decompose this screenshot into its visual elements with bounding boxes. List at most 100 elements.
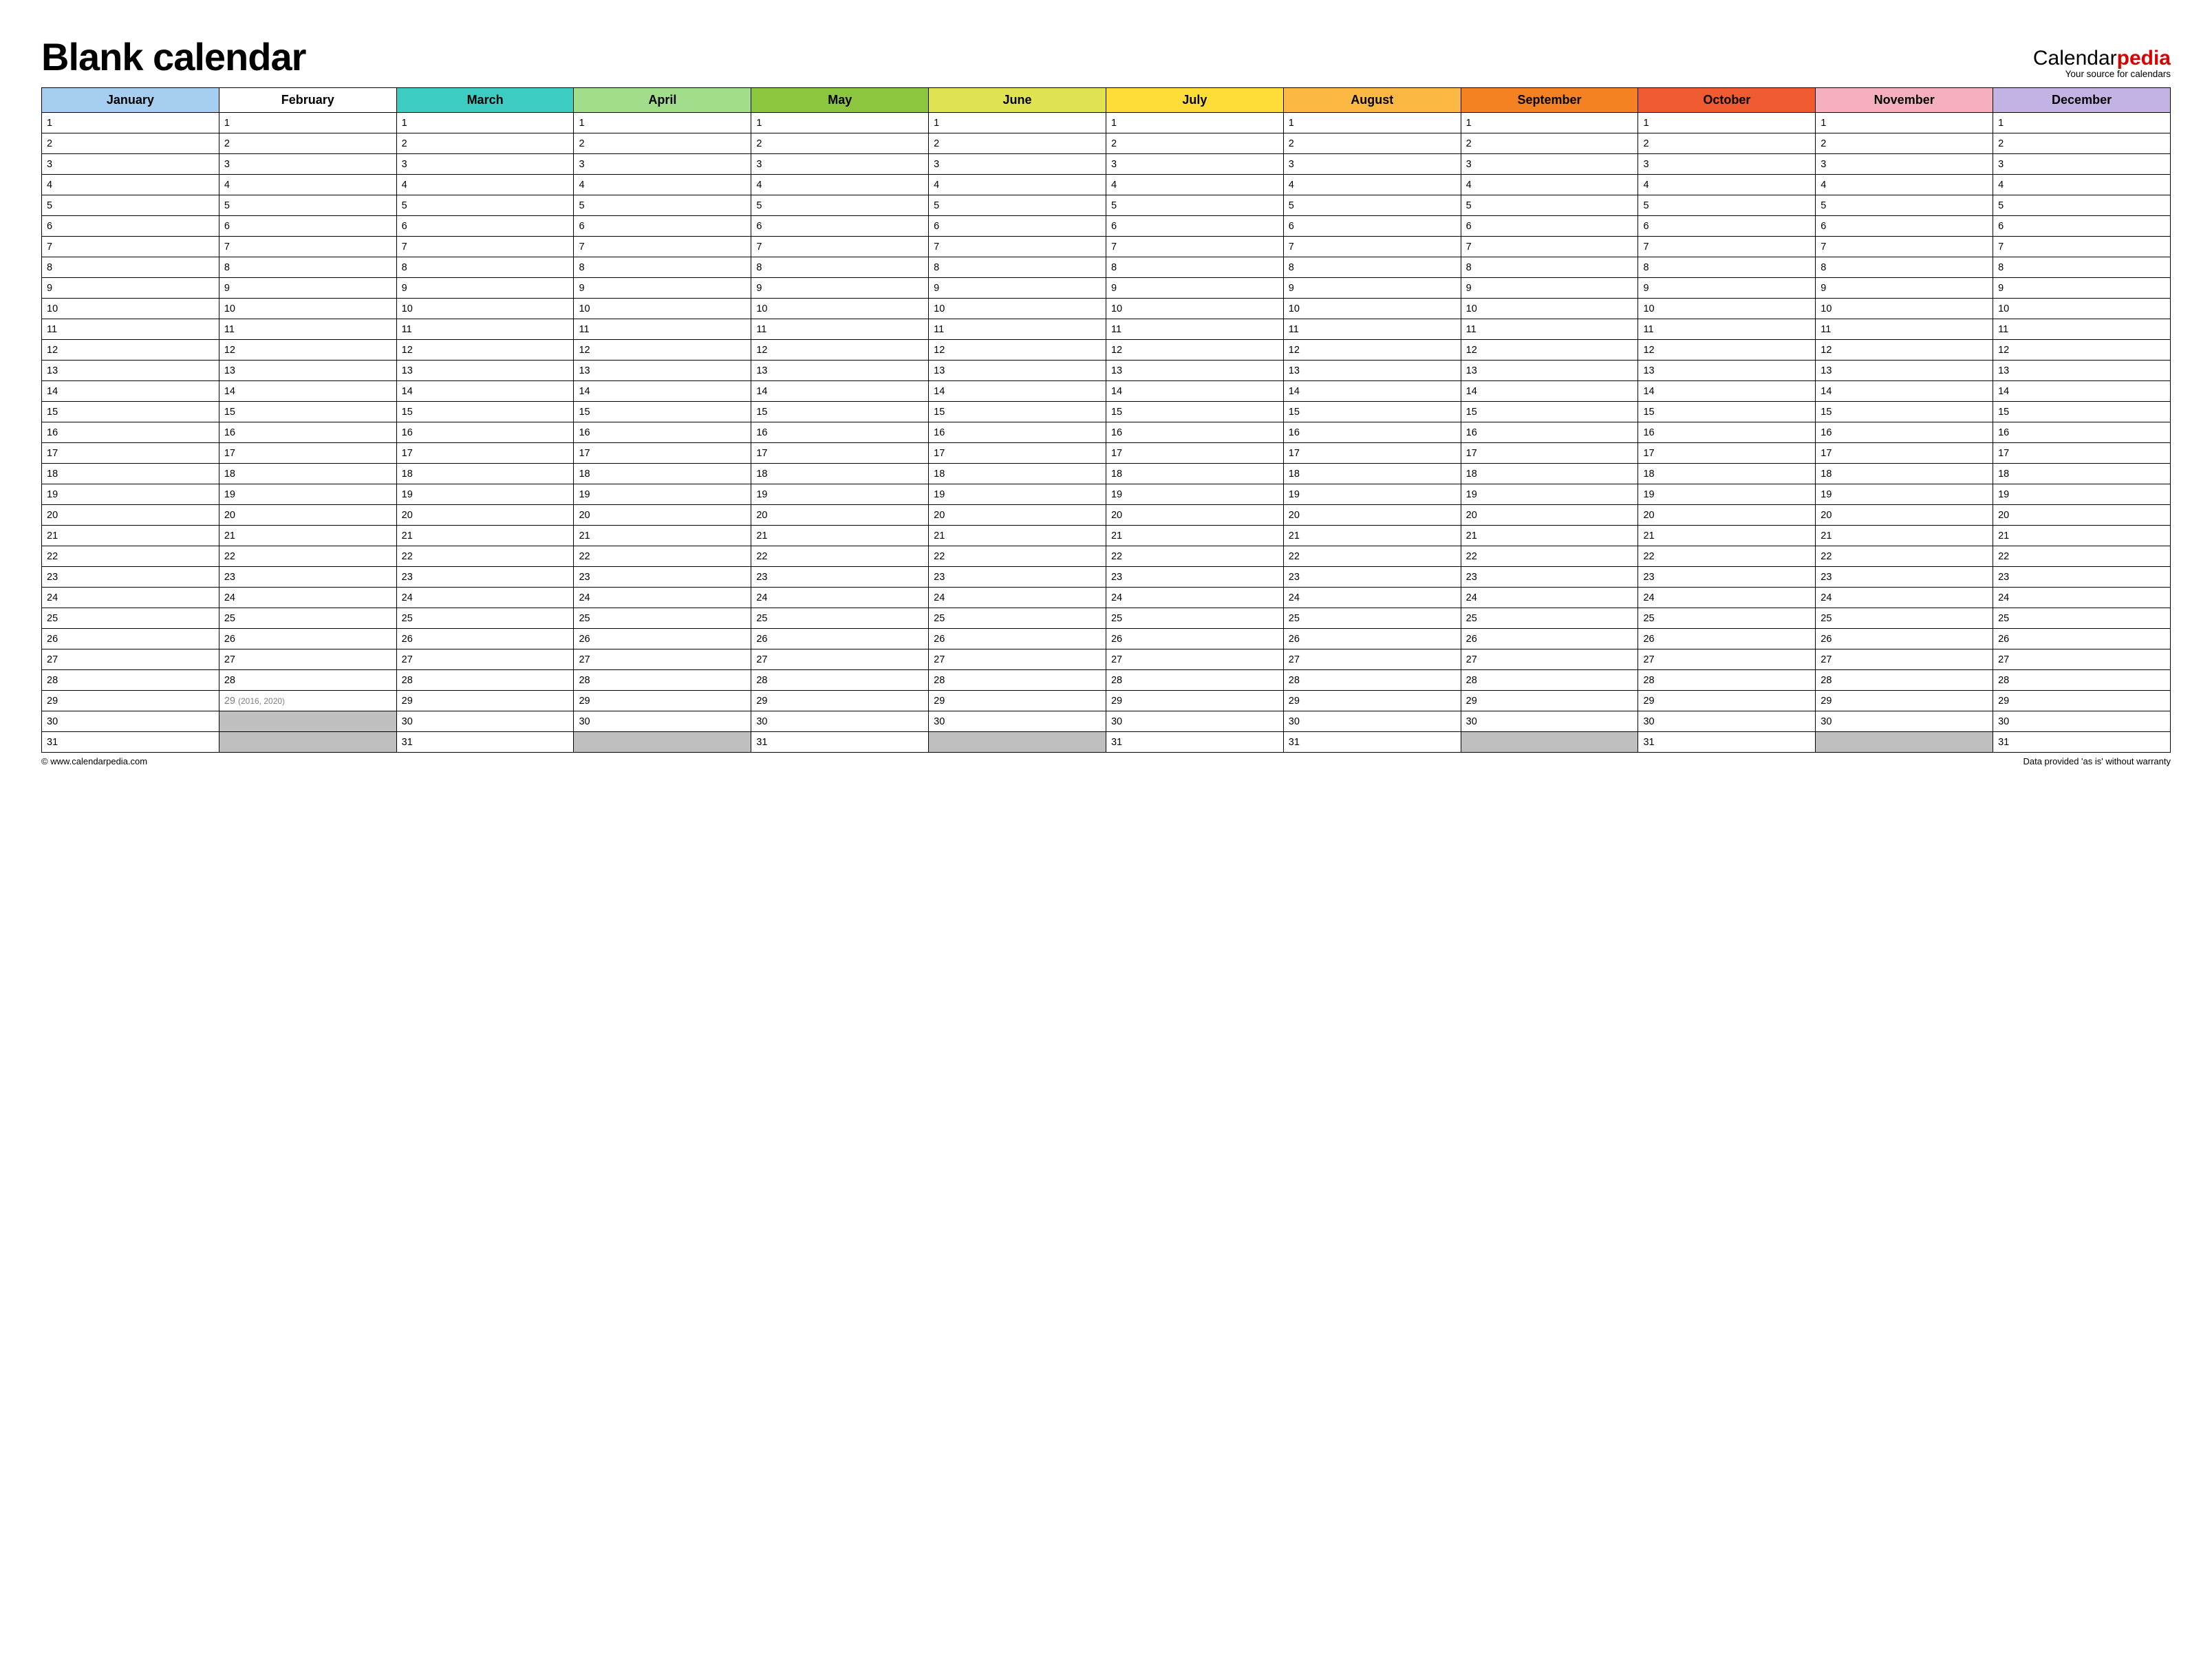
day-cell: 2 — [219, 133, 396, 154]
day-cell: 12 — [1106, 340, 1283, 361]
day-cell: 7 — [1638, 237, 1816, 257]
day-cell: 22 — [219, 546, 396, 567]
day-cell: 7 — [1283, 237, 1461, 257]
day-cell: 9 — [1283, 278, 1461, 299]
day-cell: 29 — [751, 691, 929, 711]
day-cell: 26 — [574, 629, 751, 649]
month-header-march: March — [396, 88, 574, 113]
day-cell: 1 — [1638, 113, 1816, 133]
day-cell: 27 — [1638, 649, 1816, 670]
day-cell: 4 — [929, 175, 1106, 195]
day-cell: 19 — [1461, 484, 1638, 505]
day-cell: 10 — [42, 299, 219, 319]
day-cell: 17 — [929, 443, 1106, 464]
day-cell: 10 — [751, 299, 929, 319]
day-cell: 8 — [1106, 257, 1283, 278]
day-row: 232323232323232323232323 — [42, 567, 2171, 588]
day-cell: 15 — [574, 402, 751, 422]
day-cell: 30 — [1461, 711, 1638, 732]
page-title: Blank calendar — [41, 34, 305, 79]
day-cell: 29 (2016, 2020) — [219, 691, 396, 711]
day-cell: 31 — [1638, 732, 1816, 753]
day-cell: 4 — [1638, 175, 1816, 195]
day-cell: 4 — [396, 175, 574, 195]
day-row: 252525252525252525252525 — [42, 608, 2171, 629]
day-cell: 24 — [42, 588, 219, 608]
day-cell: 24 — [1461, 588, 1638, 608]
day-cell: 8 — [751, 257, 929, 278]
leap-day-note: (2016, 2020) — [238, 696, 285, 706]
day-cell: 15 — [1106, 402, 1283, 422]
day-cell: 23 — [1638, 567, 1816, 588]
calendar-header-row: JanuaryFebruaryMarchAprilMayJuneJulyAugu… — [42, 88, 2171, 113]
day-cell: 27 — [751, 649, 929, 670]
day-cell: 2 — [1816, 133, 1993, 154]
day-cell: 9 — [1816, 278, 1993, 299]
day-cell: 7 — [751, 237, 929, 257]
day-cell: 6 — [929, 216, 1106, 237]
day-cell: 1 — [929, 113, 1106, 133]
day-cell: 21 — [1638, 526, 1816, 546]
day-cell: 25 — [1283, 608, 1461, 629]
day-cell: 10 — [929, 299, 1106, 319]
day-cell: 11 — [1638, 319, 1816, 340]
day-cell: 17 — [1816, 443, 1993, 464]
day-cell: 16 — [1638, 422, 1816, 443]
day-cell: 29 — [1816, 691, 1993, 711]
day-cell: 6 — [1106, 216, 1283, 237]
day-cell: 1 — [1283, 113, 1461, 133]
day-cell: 25 — [396, 608, 574, 629]
day-row: 141414141414141414141414 — [42, 381, 2171, 402]
day-cell: 27 — [219, 649, 396, 670]
day-cell: 25 — [1993, 608, 2171, 629]
day-cell: 19 — [751, 484, 929, 505]
day-cell: 19 — [929, 484, 1106, 505]
day-cell: 21 — [219, 526, 396, 546]
day-cell: 18 — [574, 464, 751, 484]
day-cell: 4 — [574, 175, 751, 195]
day-cell: 24 — [219, 588, 396, 608]
day-cell: 27 — [1106, 649, 1283, 670]
day-row: 282828282828282828282828 — [42, 670, 2171, 691]
day-cell: 22 — [1816, 546, 1993, 567]
day-cell: 29 — [1461, 691, 1638, 711]
day-cell: 8 — [1638, 257, 1816, 278]
day-cell: 28 — [42, 670, 219, 691]
day-row: 202020202020202020202020 — [42, 505, 2171, 526]
day-row: 191919191919191919191919 — [42, 484, 2171, 505]
day-cell: 21 — [929, 526, 1106, 546]
day-cell: 7 — [1816, 237, 1993, 257]
day-cell: 28 — [1283, 670, 1461, 691]
day-cell: 26 — [42, 629, 219, 649]
day-cell: 14 — [751, 381, 929, 402]
day-cell: 9 — [751, 278, 929, 299]
day-cell: 12 — [1993, 340, 2171, 361]
day-cell: 16 — [396, 422, 574, 443]
day-cell: 5 — [396, 195, 574, 216]
day-cell: 19 — [1638, 484, 1816, 505]
day-cell: 26 — [929, 629, 1106, 649]
day-cell: 6 — [42, 216, 219, 237]
day-cell: 19 — [1283, 484, 1461, 505]
day-cell: 5 — [1816, 195, 1993, 216]
day-cell: 6 — [751, 216, 929, 237]
day-cell: 25 — [929, 608, 1106, 629]
day-cell: 5 — [42, 195, 219, 216]
day-cell: 16 — [574, 422, 751, 443]
day-cell: 30 — [42, 711, 219, 732]
day-cell: 13 — [1106, 361, 1283, 381]
day-cell: 6 — [1638, 216, 1816, 237]
day-cell: 1 — [396, 113, 574, 133]
day-cell: 16 — [1283, 422, 1461, 443]
day-cell: 20 — [1816, 505, 1993, 526]
calendar-table: JanuaryFebruaryMarchAprilMayJuneJulyAugu… — [41, 87, 2171, 753]
day-cell: 24 — [1993, 588, 2171, 608]
day-cell: 23 — [1283, 567, 1461, 588]
day-cell: 15 — [929, 402, 1106, 422]
day-cell: 10 — [1283, 299, 1461, 319]
day-row: 999999999999 — [42, 278, 2171, 299]
day-cell: 22 — [929, 546, 1106, 567]
day-cell: 6 — [574, 216, 751, 237]
day-cell: 1 — [1993, 113, 2171, 133]
day-cell: 13 — [1638, 361, 1816, 381]
